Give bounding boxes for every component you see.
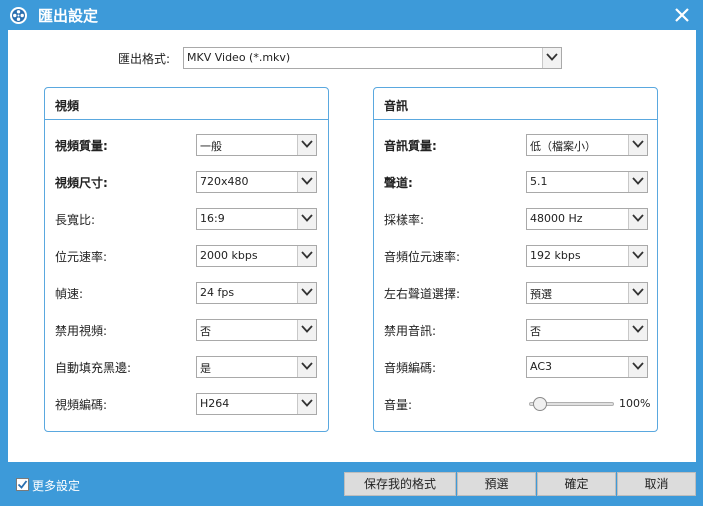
chevron-down-icon [628,246,647,266]
film-reel-icon [10,7,27,24]
audio-panel-divider [374,119,657,120]
audio-codec-label: 音頻編碼: [384,361,437,375]
volume-label: 音量: [384,398,413,412]
chevron-down-icon [297,357,316,377]
more-settings-label[interactable]: 更多設定 [32,477,80,494]
channel-select-label: 左右聲道選擇: [384,287,461,301]
format-value: MKV Video (*.mkv) [187,51,291,64]
close-icon [675,8,689,22]
audio-bitrate-label: 音頻位元速率: [384,250,461,264]
video-codec-value: H264 [200,397,230,410]
cancel-button[interactable]: 取消 [617,472,696,496]
sample-rate-select[interactable]: 48000 Hz [526,208,648,230]
video-panel-divider [45,119,328,120]
audio-panel: 音訊 音訊質量: 低（檔案小） 聲道: 5.1 採樣率: 48000 Hz 音頻… [373,87,658,432]
video-codec-label: 視頻編碼: [55,398,108,412]
video-quality-select[interactable]: 一般 [196,134,317,156]
audio-bitrate-select[interactable]: 192 kbps [526,245,648,267]
chevron-down-icon [628,320,647,340]
sample-rate-label: 採樣率: [384,213,425,227]
channel-select-select[interactable]: 預選 [526,282,648,304]
volume-slider-thumb[interactable] [533,397,548,411]
audio-quality-value: 低（檔案小） [530,140,596,153]
frame-rate-select[interactable]: 24 fps [196,282,317,304]
audio-quality-select[interactable]: 低（檔案小） [526,134,648,156]
chevron-down-icon [297,209,316,229]
disable-audio-value: 否 [530,325,541,338]
video-size-value: 720x480 [200,175,249,188]
save-my-format-button[interactable]: 保存我的格式 [344,472,456,496]
footer-bar: 更多設定 保存我的格式 預選 確定 取消 [0,462,703,506]
chevron-down-icon [297,246,316,266]
aspect-ratio-value: 16:9 [200,212,225,225]
chevron-down-icon [297,394,316,414]
chevron-down-icon [542,48,561,68]
ok-button[interactable]: 確定 [537,472,616,496]
audio-panel-title: 音訊 [384,99,409,113]
window-title: 匯出設定 [38,7,99,25]
default-button[interactable]: 預選 [457,472,536,496]
close-button[interactable] [671,4,693,26]
chevron-down-icon [628,172,647,192]
chevron-down-icon [628,283,647,303]
channel-select-value: 預選 [530,288,552,301]
auto-letterbox-value: 是 [200,362,211,375]
audio-channels-select[interactable]: 5.1 [526,171,648,193]
video-quality-value: 一般 [200,140,222,153]
audio-codec-select[interactable]: AC3 [526,356,648,378]
frame-rate-label: 幀速: [55,287,84,301]
more-settings-checkbox[interactable] [16,478,29,491]
video-bitrate-value: 2000 kbps [200,249,258,262]
aspect-ratio-label: 長寬比: [55,213,96,227]
frame-rate-value: 24 fps [200,286,235,299]
auto-letterbox-label: 自動填充黑邊: [55,361,132,375]
chevron-down-icon [297,172,316,192]
chevron-down-icon [628,357,647,377]
format-select[interactable]: MKV Video (*.mkv) [183,47,562,69]
title-bar: 匯出設定 [0,0,703,30]
audio-channels-label: 聲道: [384,176,413,190]
video-size-label: 視頻尺寸: [55,176,108,190]
chevron-down-icon [297,320,316,340]
chevron-down-icon [628,209,647,229]
format-row: 匯出格式: MKV Video (*.mkv) [8,47,696,69]
audio-channels-value: 5.1 [530,175,548,188]
chevron-down-icon [297,283,316,303]
video-size-select[interactable]: 720x480 [196,171,317,193]
video-panel: 視頻 視頻質量: 一般 視頻尺寸: 720x480 長寬比: 16:9 位元速率… [44,87,329,432]
format-label: 匯出格式: [118,52,171,66]
video-codec-select[interactable]: H264 [196,393,317,415]
checkmark-icon [17,480,28,489]
disable-audio-label: 禁用音訊: [384,324,437,338]
chevron-down-icon [628,135,647,155]
export-settings-window: 匯出設定 匯出格式: MKV Video (*.mkv) 視頻 視頻質量: 一般 [0,0,703,506]
audio-quality-label: 音訊質量: [384,139,437,153]
disable-video-value: 否 [200,325,211,338]
disable-video-select[interactable]: 否 [196,319,317,341]
sample-rate-value: 48000 Hz [530,212,583,225]
auto-letterbox-select[interactable]: 是 [196,356,317,378]
video-bitrate-select[interactable]: 2000 kbps [196,245,317,267]
volume-percent: 100% [619,397,651,410]
audio-bitrate-value: 192 kbps [530,249,581,262]
video-bitrate-label: 位元速率: [55,250,108,264]
disable-video-label: 禁用視頻: [55,324,108,338]
video-panel-title: 視頻 [55,99,80,113]
dialog-body: 匯出格式: MKV Video (*.mkv) 視頻 視頻質量: 一般 視頻尺寸… [8,30,696,462]
audio-codec-value: AC3 [530,360,553,373]
disable-audio-select[interactable]: 否 [526,319,648,341]
video-quality-label: 視頻質量: [55,139,108,153]
aspect-ratio-select[interactable]: 16:9 [196,208,317,230]
chevron-down-icon [297,135,316,155]
